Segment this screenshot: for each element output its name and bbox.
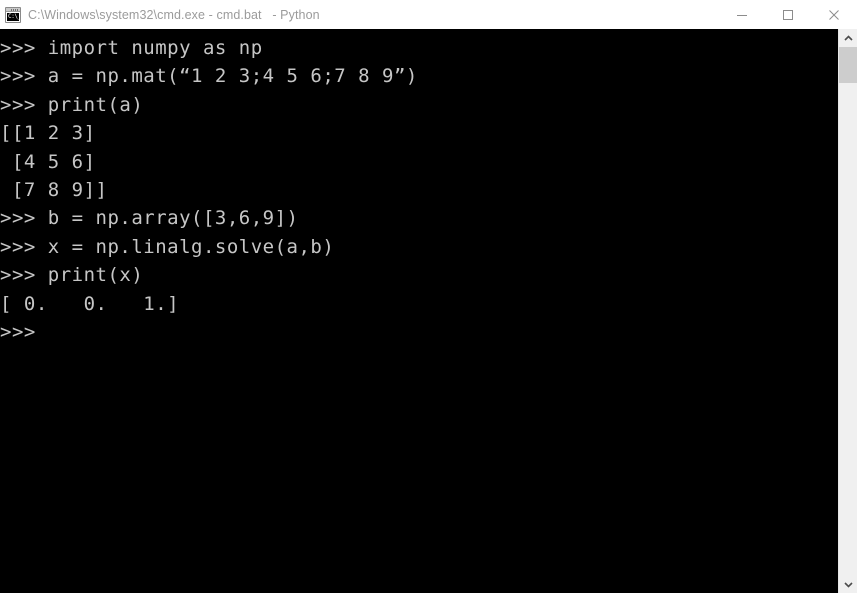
console-output-area[interactable]: >>> import numpy as np >>> a = np.mat(“1… (0, 29, 857, 593)
vertical-scrollbar[interactable] (838, 29, 857, 593)
icon-dots (11, 8, 18, 11)
console-text: >>> import numpy as np >>> a = np.mat(“1… (0, 37, 418, 344)
titlebar[interactable]: C:\_ C:\Windows\system32\cmd.exe - cmd.b… (0, 0, 857, 29)
minimize-button[interactable] (719, 0, 765, 29)
chevron-down-icon[interactable] (839, 575, 857, 593)
chevron-up-icon[interactable] (839, 29, 857, 47)
maximize-button[interactable] (765, 0, 811, 29)
icon-prompt-text: C:\_ (7, 12, 21, 21)
window-controls (719, 0, 857, 29)
scrollbar-thumb[interactable] (839, 47, 857, 83)
close-button[interactable] (811, 0, 857, 29)
window-title: C:\Windows\system32\cmd.exe - cmd.bat - … (28, 7, 320, 22)
cmd-window: C:\_ C:\Windows\system32\cmd.exe - cmd.b… (0, 0, 857, 593)
cmd-console-icon: C:\_ (5, 6, 21, 23)
